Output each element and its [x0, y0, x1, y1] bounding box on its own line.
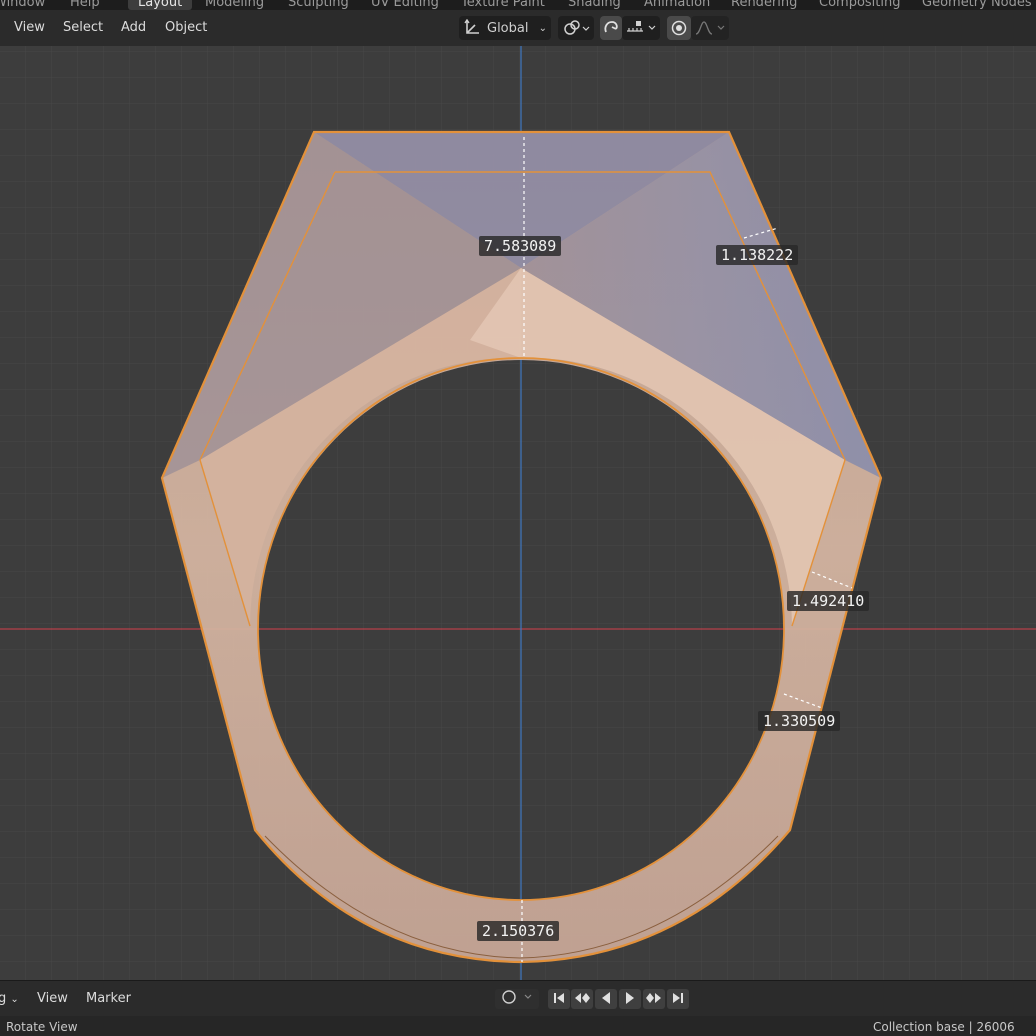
- snap-link-icon: [562, 19, 590, 37]
- timeline-header: g ⌄ View Marker: [0, 980, 1036, 1017]
- timeline-mode-dropdown[interactable]: g ⌄: [0, 991, 19, 1006]
- play-reverse-icon: [599, 990, 613, 1009]
- jump-end-button[interactable]: [667, 989, 689, 1009]
- timeline-menu-marker[interactable]: Marker: [86, 991, 131, 1006]
- tab-rendering[interactable]: Rendering: [731, 0, 797, 10]
- measurement-label-bottom: 2.150376: [477, 921, 560, 941]
- transform-pivot-button[interactable]: [558, 16, 594, 40]
- 3d-viewport[interactable]: 7.583089 1.138222 1.492410 1.330509 2.15…: [0, 46, 1036, 980]
- proportional-edit-icon: [671, 20, 687, 36]
- measurement-label-mid-right: 1.492410: [787, 591, 870, 611]
- tab-compositing[interactable]: Compositing: [819, 0, 901, 10]
- keyframe-type-button[interactable]: [495, 989, 539, 1009]
- snap-magnet-icon: [603, 20, 619, 36]
- tab-animation[interactable]: Animation: [644, 0, 710, 10]
- play-reverse-button[interactable]: [595, 989, 617, 1009]
- status-scene-info: Collection base | 26006: [873, 1020, 1015, 1034]
- snap-toggle-button[interactable]: [600, 16, 622, 40]
- menu-view[interactable]: View: [14, 20, 45, 35]
- timeline-menu-view[interactable]: View: [37, 991, 68, 1006]
- jump-start-icon: [552, 990, 566, 1009]
- jump-end-icon: [671, 990, 685, 1009]
- tab-modeling[interactable]: Modeling: [205, 0, 264, 10]
- workspace-tabs-bar: Window Help Layout Modeling Sculpting UV…: [0, 0, 1036, 10]
- chevron-down-icon: ⌄: [538, 22, 547, 34]
- play-icon: [623, 990, 637, 1009]
- prev-keyframe-button[interactable]: [571, 989, 593, 1009]
- chevron-down-icon: ⌄: [10, 994, 19, 1005]
- viewport-header: View Select Add Object Global ⌄: [0, 10, 1036, 46]
- tab-layout[interactable]: Layout: [128, 0, 193, 10]
- menu-window[interactable]: Window: [0, 0, 45, 10]
- menu-add[interactable]: Add: [121, 20, 146, 35]
- measurement-label-height: 7.583089: [479, 236, 562, 256]
- play-button[interactable]: [619, 989, 641, 1009]
- menu-object[interactable]: Object: [165, 20, 207, 35]
- tab-uv-editing[interactable]: UV Editing: [371, 0, 439, 10]
- tab-texture-paint[interactable]: Texture Paint: [461, 0, 545, 10]
- status-hint: Rotate View: [6, 1020, 78, 1034]
- tab-sculpting[interactable]: Sculpting: [288, 0, 349, 10]
- timeline-mode-label: g: [0, 991, 7, 1006]
- proportional-edit-button[interactable]: [667, 16, 691, 40]
- record-circle-icon: [499, 989, 535, 1009]
- status-bar: Rotate View Collection base | 26006: [0, 1016, 1036, 1036]
- orientation-icon: [463, 19, 481, 37]
- next-keyframe-icon: [645, 990, 663, 1009]
- tab-shading[interactable]: Shading: [568, 0, 621, 10]
- prev-keyframe-icon: [573, 990, 591, 1009]
- snap-increment-icon: [625, 20, 657, 36]
- falloff-dropdown[interactable]: [691, 16, 729, 40]
- measurement-label-lower-right: 1.330509: [758, 711, 841, 731]
- menu-help[interactable]: Help: [70, 0, 100, 10]
- snap-target-dropdown[interactable]: [622, 16, 660, 40]
- measurement-label-top-right: 1.138222: [716, 245, 799, 265]
- falloff-curve-icon: [694, 20, 726, 36]
- menu-select[interactable]: Select: [63, 20, 103, 35]
- viewport-scene: [0, 46, 1036, 980]
- tab-geometry-nodes[interactable]: Geometry Nodes: [922, 0, 1032, 10]
- next-keyframe-button[interactable]: [643, 989, 665, 1009]
- transform-orientation-value: Global: [487, 20, 529, 36]
- transform-orientation-dropdown[interactable]: Global ⌄: [459, 16, 551, 40]
- jump-start-button[interactable]: [548, 989, 570, 1009]
